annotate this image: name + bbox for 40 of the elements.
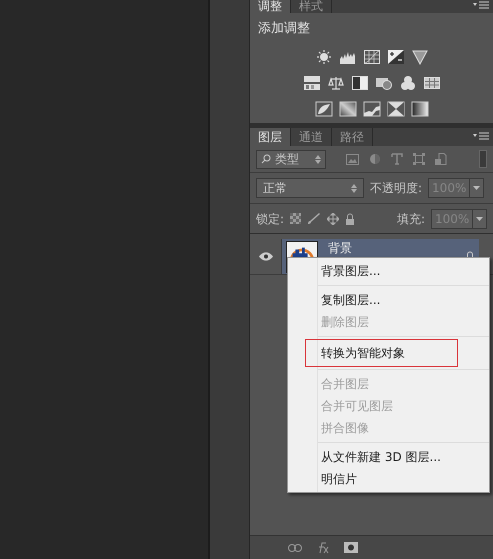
panel-tab[interactable]: 调整	[250, 0, 291, 13]
move-icon[interactable]	[327, 212, 340, 224]
search-icon	[261, 154, 271, 164]
hourglass-icon[interactable]	[386, 100, 404, 116]
gradient-icon[interactable]	[410, 100, 428, 116]
panel-heading: 添加调整	[258, 20, 311, 38]
stepper-icon	[315, 154, 321, 164]
layer-name: 背景	[328, 241, 353, 255]
link-icon[interactable]	[288, 544, 302, 552]
menu-item[interactable]: 转换为智能对象	[306, 340, 457, 366]
lock-label: 锁定:	[256, 210, 284, 228]
gradient-bars-icon[interactable]	[302, 74, 320, 90]
lock-icon[interactable]	[345, 212, 356, 224]
effects-icon[interactable]	[316, 542, 330, 554]
blend-mode-select[interactable]: 正常	[256, 178, 364, 198]
menu-item[interactable]: 复制图层...	[318, 289, 489, 311]
triangle-icon[interactable]	[410, 48, 428, 64]
fill-label: 填充:	[396, 210, 425, 228]
zigzag-icon[interactable]	[362, 100, 380, 116]
eye-icon[interactable]	[258, 252, 272, 261]
panel-tab[interactable]: 图层	[250, 128, 291, 146]
three-circles-icon[interactable]	[398, 74, 416, 90]
panel-menu-icon[interactable]	[473, 132, 489, 142]
panel-menu-icon[interactable]	[473, 1, 489, 11]
diagonal-gradient-icon[interactable]	[338, 100, 356, 116]
menu-item[interactable]: 明信片	[318, 468, 489, 490]
menu-item[interactable]: 从文件新建 3D 图层...	[318, 446, 489, 468]
sun-icon[interactable]	[314, 48, 332, 64]
checkerboard-icon[interactable]	[290, 213, 302, 224]
plus-minus-icon[interactable]	[386, 48, 404, 64]
stepper-icon	[351, 184, 357, 192]
filter-select[interactable]: 类型	[256, 150, 326, 168]
curve-icon[interactable]	[362, 48, 380, 64]
balance-scale-icon[interactable]	[326, 74, 344, 90]
opacity-label: 不透明度:	[370, 180, 422, 197]
half-square-icon[interactable]	[350, 74, 368, 90]
brush-icon[interactable]	[307, 212, 322, 224]
filter-toggle[interactable]	[479, 150, 487, 168]
grid-icon[interactable]	[422, 74, 440, 90]
mask-icon[interactable]	[344, 542, 358, 553]
